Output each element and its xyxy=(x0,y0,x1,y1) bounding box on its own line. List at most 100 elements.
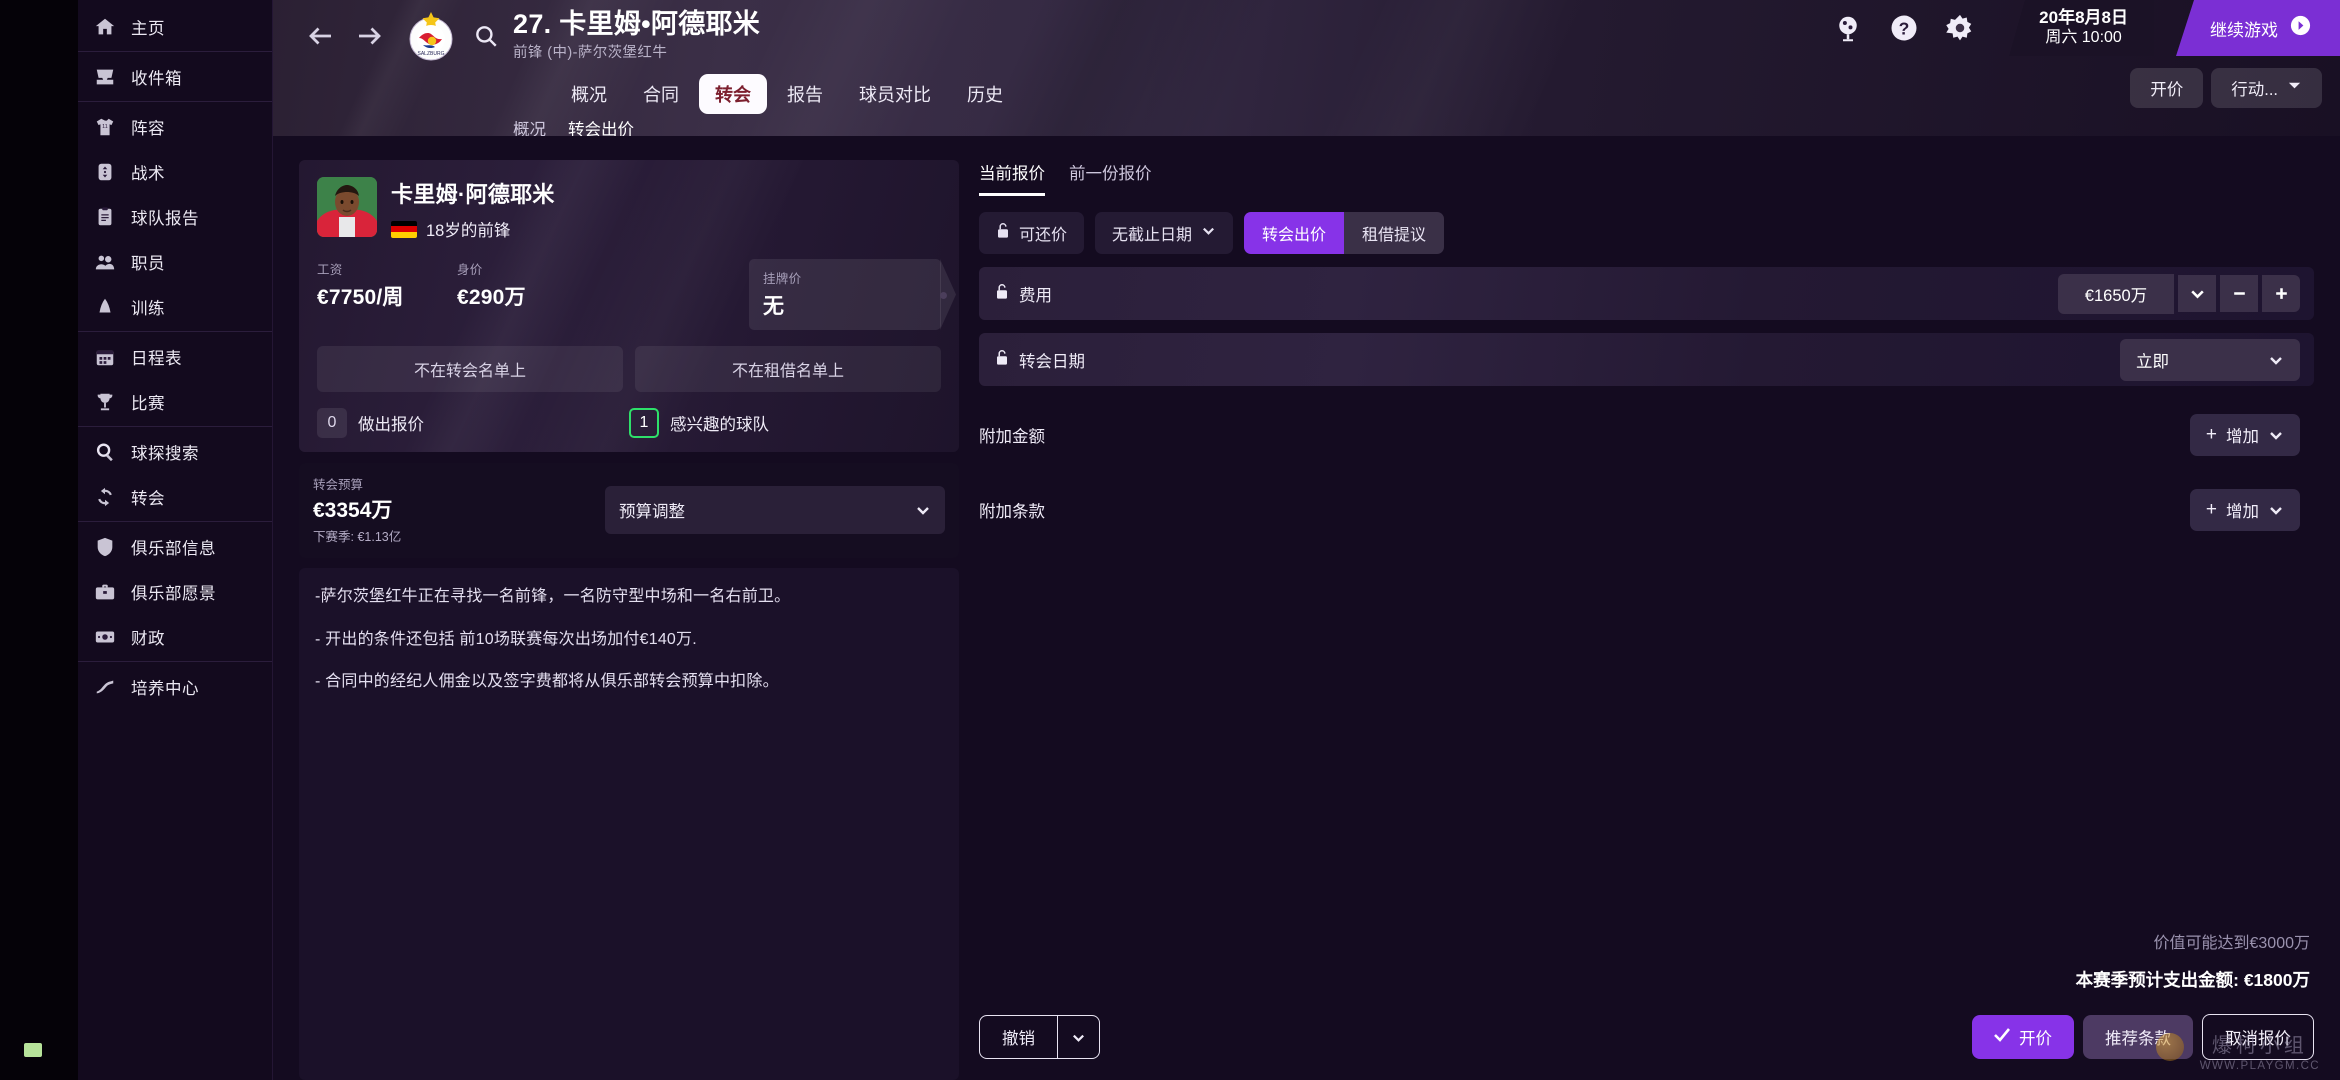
sidebar-item-日程表[interactable]: 日程表 xyxy=(78,334,272,379)
continue-game-button[interactable]: 继续游戏 xyxy=(2176,0,2340,56)
interested-clubs-count[interactable]: 1 xyxy=(629,408,659,438)
sidebar-item-训练[interactable]: 训练 xyxy=(78,284,272,329)
globe-icon[interactable] xyxy=(1831,11,1865,45)
clipboard-icon xyxy=(92,204,118,230)
back-arrow-icon[interactable] xyxy=(297,12,345,60)
make-offer-label: 开价 xyxy=(2150,81,2184,99)
sidebar-item-球队报告[interactable]: 球队报告 xyxy=(78,194,272,239)
sidebar-item-培养中心[interactable]: 培养中心 xyxy=(78,664,272,709)
sidebar-item-俱乐部信息[interactable]: 俱乐部信息 xyxy=(78,524,272,569)
undo-button[interactable]: 撤销 xyxy=(980,1016,1057,1058)
undo-dropdown-chevron-down-icon[interactable] xyxy=(1057,1016,1099,1058)
sidebar-item-主页[interactable]: 主页 xyxy=(78,4,272,49)
value-stat: 身价 €290万 xyxy=(457,259,625,311)
sub-tab-转会出价[interactable]: 转会出价 xyxy=(568,116,634,136)
sidebar-item-label: 球探搜索 xyxy=(131,444,199,463)
sidebar-group: 收件箱 xyxy=(78,52,272,102)
sidebar-item-财政[interactable]: 财政 xyxy=(78,614,272,659)
sidebar-item-战术[interactable]: 战术 xyxy=(78,149,272,194)
header-sub-tabs: 概况 转会出价 xyxy=(273,116,2340,136)
fee-chevron-down-icon[interactable] xyxy=(2178,275,2216,312)
tab-合同[interactable]: 合同 xyxy=(627,74,695,114)
app-root: 主页 收件箱 11 阵容 战术 球队报告 职员 训练 日程表 比赛 球探搜索 转会 俱乐部信息 俱乐部愿景… xyxy=(0,0,2340,1080)
negotiable-pill[interactable]: 可还价 xyxy=(979,212,1085,254)
sidebar-item-转会[interactable]: 转会 xyxy=(78,474,272,519)
sidebar-item-label: 战术 xyxy=(131,164,165,183)
svg-text:SALZBURG: SALZBURG xyxy=(418,51,445,57)
player-identity: 卡里姆·阿德耶米 18岁的前锋 xyxy=(317,177,941,241)
sidebar-item-职员[interactable]: 职员 xyxy=(78,239,272,284)
transfer-date-dropdown[interactable]: 立即 xyxy=(2120,338,2300,381)
tab-球员对比[interactable]: 球员对比 xyxy=(843,74,947,114)
page-header: SALZBURG 27. 卡里姆•阿德耶米 前锋 (中)-萨尔茨堡红牛 概况 合同… xyxy=(273,0,2340,136)
sidebar-item-label: 主页 xyxy=(131,19,165,38)
actions-dropdown-button[interactable]: 行动... xyxy=(2211,68,2322,108)
footer-button-推荐条款[interactable]: 推荐条款 xyxy=(2083,1015,2193,1059)
offer-tab-当前报价[interactable]: 当前报价 xyxy=(979,160,1045,196)
tab-转会[interactable]: 转会 xyxy=(699,74,767,114)
sidebar-item-收件箱[interactable]: 收件箱 xyxy=(78,54,272,99)
sidebar-item-label: 俱乐部信息 xyxy=(131,539,216,558)
budget-adjust-dropdown[interactable]: 预算调整 xyxy=(605,485,945,534)
tab-历史[interactable]: 历史 xyxy=(951,74,1019,114)
header-icon-group: ? 20年8月8日 周六 10:00 继续游戏 xyxy=(1831,0,2340,57)
footer-button-开价[interactable]: 开价 xyxy=(1972,1015,2074,1059)
red-bull-salzburg-badge[interactable]: SALZBURG xyxy=(403,8,459,64)
development-icon xyxy=(92,674,118,700)
asking-price-value: 无 xyxy=(763,295,785,318)
tab-报告[interactable]: 报告 xyxy=(771,74,839,114)
season-spend-total: 本赛季预计支出金额: €1800万 xyxy=(2075,970,2310,990)
sidebar-item-比赛[interactable]: 比赛 xyxy=(78,379,272,424)
extra-row-label: 附加金额 xyxy=(979,427,1045,446)
transfer-icon xyxy=(92,484,118,510)
help-icon[interactable]: ? xyxy=(1887,11,1921,45)
fee-value[interactable]: €1650万 xyxy=(2058,273,2174,314)
forward-arrow-icon[interactable] xyxy=(345,12,393,60)
page-subtitle: 前锋 (中)-萨尔茨堡红牛 xyxy=(513,45,668,62)
lock-icon xyxy=(995,349,1009,371)
plus-icon[interactable] xyxy=(2262,275,2300,312)
sub-tab-概况[interactable]: 概况 xyxy=(513,116,546,136)
main-area: SALZBURG 27. 卡里姆•阿德耶米 前锋 (中)-萨尔茨堡红牛 概况 合同… xyxy=(273,0,2340,1080)
sidebar-item-俱乐部愿景[interactable]: 俱乐部愿景 xyxy=(78,569,272,614)
sidebar-item-label: 球队报告 xyxy=(131,209,199,228)
budget-next-season: 下赛季: €1.13亿 xyxy=(313,530,402,544)
left-rail xyxy=(0,0,78,1080)
briefcase-icon xyxy=(92,579,118,605)
budget-info: 转会预算 €3354万 下赛季: €1.13亿 xyxy=(313,474,401,545)
sidebar-item-阵容[interactable]: 11 阵容 xyxy=(78,104,272,149)
segment-租借提议[interactable]: 租借提议 xyxy=(1344,212,1445,254)
deadline-label: 无截止日期 xyxy=(1112,227,1193,244)
continue-game-label: 继续游戏 xyxy=(2210,20,2278,40)
header-right-cluster: ? 20年8月8日 周六 10:00 继续游戏 开价 行动... xyxy=(1831,0,2340,108)
tab-概况[interactable]: 概况 xyxy=(555,74,623,114)
minus-icon[interactable] xyxy=(2220,275,2258,312)
add-button-附加条款[interactable]: + 增加 xyxy=(2189,488,2300,531)
offer-tab-前一份报价[interactable]: 前一份报价 xyxy=(1069,160,1152,196)
gear-icon[interactable] xyxy=(1943,11,1977,45)
plus-icon: + xyxy=(2205,499,2217,520)
make-offer-button[interactable]: 开价 xyxy=(2130,68,2204,108)
sidebar-item-label: 收件箱 xyxy=(131,69,182,88)
extra-row-label: 附加条款 xyxy=(979,502,1045,521)
sidebar-item-球探搜索[interactable]: 球探搜索 xyxy=(78,429,272,474)
player-summary-card: 卡里姆·阿德耶米 18岁的前锋 工资 €7750/周 身价 €290万 挂牌价 … xyxy=(299,160,959,452)
player-stats-row: 工资 €7750/周 身价 €290万 挂牌价 无 xyxy=(317,259,947,330)
transfer-list-status[interactable]: 不在转会名单上 xyxy=(317,346,623,392)
search-icon[interactable] xyxy=(465,15,507,57)
player-portrait[interactable] xyxy=(317,177,377,237)
footer-button-取消报价[interactable]: 取消报价 xyxy=(2202,1014,2314,1060)
add-button-label: 增加 xyxy=(2226,502,2259,521)
check-icon xyxy=(1994,1027,2011,1047)
loan-list-status[interactable]: 不在租借名单上 xyxy=(635,346,941,392)
tag-hole-icon xyxy=(940,291,947,299)
sidebar-group: 球探搜索转会 xyxy=(78,427,272,522)
add-button-附加金额[interactable]: + 增加 xyxy=(2189,413,2300,456)
offer-spacer xyxy=(979,536,2314,929)
deadline-pill[interactable]: 无截止日期 xyxy=(1095,212,1234,254)
undo-button-group: 撤销 xyxy=(979,1015,1100,1059)
chevron-down-icon xyxy=(2287,78,2302,98)
segment-转会出价[interactable]: 转会出价 xyxy=(1244,212,1345,254)
page-title-block: 27. 卡里姆•阿德耶米 前锋 (中)-萨尔茨堡红牛 xyxy=(513,9,760,62)
budget-adjust-label: 预算调整 xyxy=(619,502,685,521)
